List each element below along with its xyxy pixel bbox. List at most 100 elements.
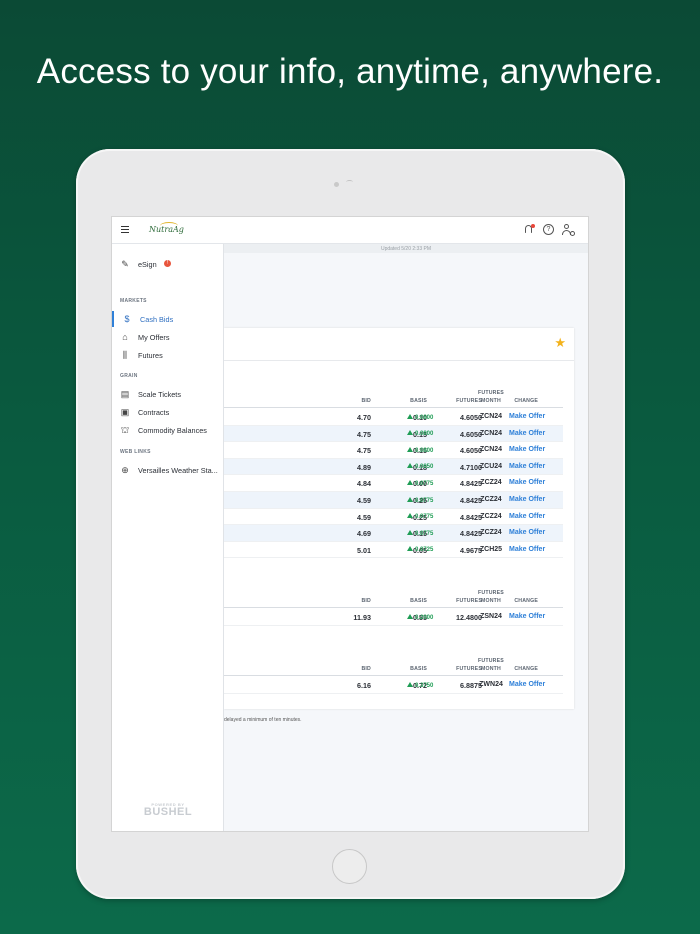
table-row: 11.93 -0.55 12.4800 0.2000 ZSN24 Make Offer	[224, 609, 563, 626]
col-futures-month-2: MONTH	[480, 398, 502, 404]
up-arrow-icon	[407, 613, 413, 619]
make-offer-link[interactable]: Make Offer	[509, 681, 545, 688]
favorite-star-icon[interactable]: ★	[554, 336, 566, 349]
table-row: 4.75 0.15 4.6050 0.0800 ZCN24 Make Offer	[224, 425, 563, 443]
account-settings-icon[interactable]	[562, 224, 575, 236]
headline: Access to your info, anytime, anywhere.	[36, 52, 664, 91]
app-screen: NutraAg ? Updated 5/20 2:33 PM ★ BID BASI…	[111, 216, 589, 832]
futures-month-cell: ZCZ24	[480, 479, 502, 487]
table-row: 5.01 0.05 4.9675 0.0725 ZCH25 Make Offer	[224, 542, 563, 559]
chart-icon: ⫼	[122, 350, 128, 360]
up-arrow-icon	[407, 463, 413, 469]
futures-month-cell: ZWN24	[479, 681, 503, 688]
up-arrow-icon	[407, 446, 413, 452]
make-offer-link[interactable]: Make Offer	[509, 413, 545, 420]
change-value: 0.0775	[415, 480, 434, 487]
sidebar-item-cash-bids[interactable]: $ Cash Bids	[112, 311, 223, 327]
up-arrow-icon	[407, 430, 413, 436]
bid-cell: 4.89	[357, 462, 371, 472]
table-row: 6.16 -0.72 6.8875 0.3750 ZWN24 Make Offer	[224, 677, 563, 694]
make-offer-link[interactable]: Make Offer	[509, 613, 545, 620]
make-offer-link[interactable]: Make Offer	[509, 430, 545, 437]
sidebar-item-scale-tickets[interactable]: ▤ Scale Tickets	[112, 386, 223, 402]
sidebar-item-label: Contracts	[138, 407, 170, 417]
delay-disclaimer: delayed a minimum of ten minutes.	[224, 717, 302, 723]
card-header: ★	[224, 328, 574, 361]
col-futures-month-2: MONTH	[480, 666, 502, 672]
futures-month-cell: ZCN24	[479, 429, 503, 437]
make-offer-link[interactable]: Make Offer	[509, 463, 545, 470]
futures-month-cell: ZCN24	[479, 446, 503, 454]
camera-dot	[334, 182, 339, 187]
sidebar-item-futures[interactable]: ⫼ Futures	[112, 347, 223, 363]
table-header: BID BASIS FUTURES CHANGE FUTURES MONTH	[224, 654, 563, 676]
col-change: CHANGE	[514, 598, 538, 604]
home-button[interactable]	[332, 849, 367, 884]
cash-bids-card: ★ BID BASIS FUTURES CHANGE FUTURES MONTH 4.70 0…	[224, 328, 574, 709]
make-offer-link[interactable]: Make Offer	[509, 529, 545, 536]
sidebar-item-label: Commodity Balances	[138, 425, 207, 435]
table-header: BID BASIS FUTURES CHANGE FUTURES MONTH	[224, 386, 563, 408]
change-value: 0.0775	[415, 497, 434, 504]
sidebar-item-label: Scale Tickets	[138, 389, 181, 399]
change-value: 0.0800	[415, 414, 434, 421]
futures-month-cell: ZCZ24	[480, 529, 502, 537]
hamburger-menu-icon[interactable]	[121, 226, 129, 234]
change-value: 0.0850	[415, 464, 434, 471]
sidebar-item-contracts[interactable]: ▣ Contracts	[112, 404, 223, 420]
col-basis: BASIS	[410, 666, 427, 672]
change-value: 0.0775	[415, 530, 434, 537]
sidebar-item-label: eSign	[138, 259, 157, 269]
col-basis: BASIS	[410, 598, 427, 604]
bid-cell: 4.75	[357, 446, 371, 456]
change-value: 0.0800	[415, 447, 434, 454]
esign-alert-badge: !	[164, 259, 171, 267]
up-arrow-icon	[407, 496, 413, 502]
change-value: 0.0800	[415, 431, 434, 438]
col-basis: BASIS	[410, 398, 427, 404]
up-arrow-icon	[407, 413, 413, 419]
change-cell: 0.0775	[407, 496, 434, 504]
change-cell: 0.0850	[407, 463, 433, 470]
table-row: 4.89 0.18 4.7100 0.0850 ZCU24 Make Offer	[224, 458, 563, 476]
document-icon: ▣	[120, 407, 130, 417]
change-cell: 0.0775	[407, 479, 434, 487]
change-cell: 0.0800	[407, 413, 434, 421]
table-row: 4.70 0.10 4.6050 0.0800 ZCN24 Make Offer	[224, 409, 563, 426]
bushel-logo: BUSHEL	[143, 806, 193, 818]
up-arrow-icon	[407, 479, 413, 485]
help-icon[interactable]: ?	[543, 224, 554, 235]
futures-month-cell: ZSN24	[480, 613, 502, 620]
sidebar-item-weather-station[interactable]: ⊕ Versailles Weather Sta...	[112, 462, 223, 478]
section-web-links: WEB LINKS	[120, 449, 151, 455]
futures-month-cell: ZCH25	[479, 545, 503, 553]
make-offer-link[interactable]: Make Offer	[509, 546, 545, 553]
futures-month-cell: ZCN24	[479, 413, 503, 420]
col-futures-month-1: FUTURES	[478, 590, 504, 596]
col-futures-month-1: FUTURES	[478, 658, 504, 664]
table-row: 4.59 -0.25 4.8425 0.0775 ZCZ24 Make Offer	[224, 509, 563, 526]
make-offer-link[interactable]: Make Offer	[509, 479, 545, 486]
sidebar-item-esign[interactable]: ✎ eSign !	[112, 256, 223, 272]
bid-cell: 4.70	[357, 413, 371, 422]
table-row: 4.75 0.15 4.6050 0.0800 ZCN24 Make Offer	[224, 442, 563, 459]
section-markets: MARKETS	[120, 298, 147, 304]
sidebar-item-my-offers[interactable]: ⌂ My Offers	[112, 329, 223, 345]
notifications-bell-icon[interactable]	[523, 224, 535, 236]
make-offer-link[interactable]: Make Offer	[509, 446, 545, 453]
sidebar-drawer: ✎ eSign ! MARKETS $ Cash Bids ⌂ My Offer…	[112, 244, 224, 831]
make-offer-link[interactable]: Make Offer	[509, 513, 545, 520]
nutra-ag-logo[interactable]: NutraAg	[146, 222, 192, 239]
bid-cell: 4.59	[357, 496, 371, 505]
bid-cell: 4.59	[357, 512, 371, 522]
change-cell: 0.0800	[407, 430, 433, 437]
updated-timestamp: Updated 5/20 2:33 PM	[380, 246, 432, 252]
make-offer-link[interactable]: Make Offer	[509, 496, 545, 503]
silo-icon: ⛫	[120, 425, 130, 435]
sensor-icon	[346, 180, 353, 184]
col-futures-month-1: FUTURES	[478, 390, 504, 396]
sidebar-item-commodity-balances[interactable]: ⛫ Commodity Balances	[112, 422, 223, 438]
up-arrow-icon	[407, 546, 413, 552]
change-value: 0.3750	[415, 682, 434, 689]
sidebar-item-label: Versailles Weather Sta...	[138, 465, 218, 475]
